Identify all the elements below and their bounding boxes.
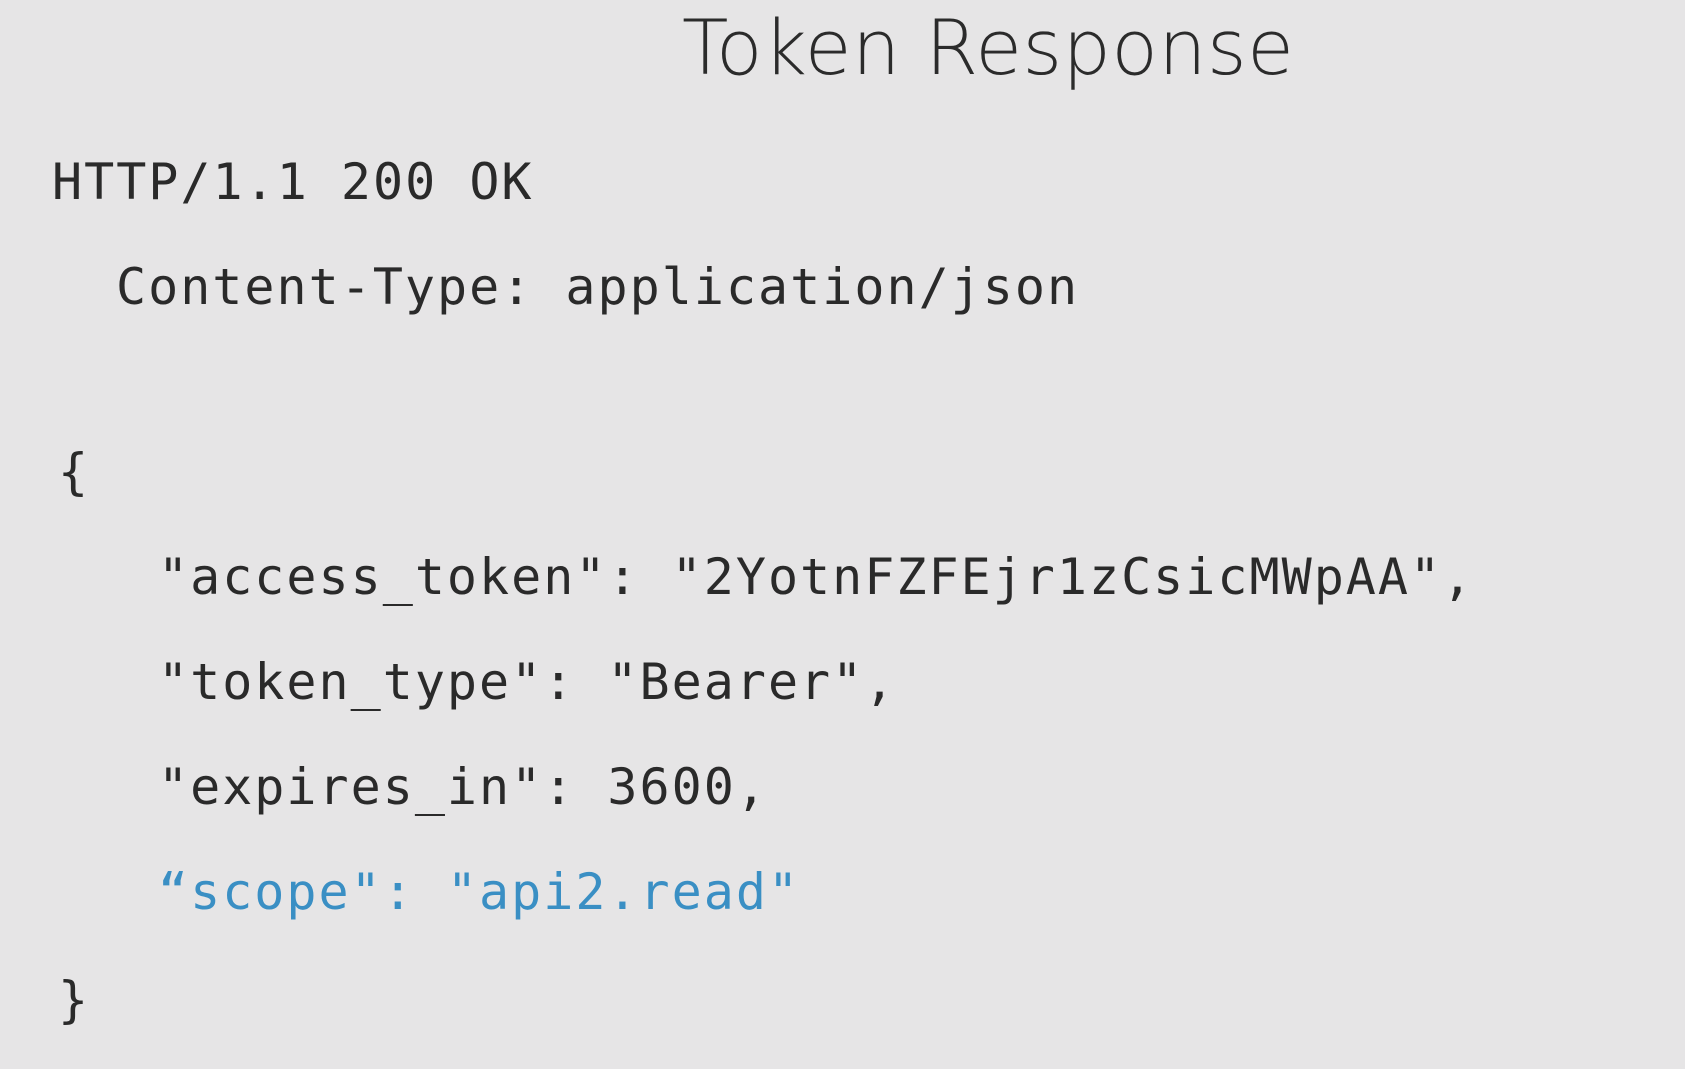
slide: Token Response HTTP/1.1 200 OK Content-T… [0, 0, 1685, 1069]
json-token-type-line: "token_type": "Bearer", [158, 653, 897, 711]
json-open-brace: { [58, 443, 91, 501]
http-status-line: HTTP/1.1 200 OK [52, 153, 534, 211]
slide-title: Token Response [682, 3, 1295, 92]
content-type-header-line: Content-Type: application/json [116, 258, 1080, 316]
json-expires-in-line: "expires_in": 3600, [158, 758, 768, 816]
json-access-token-line: "access_token": "2YotnFZFEjr1zCsicMWpAA"… [158, 548, 1475, 606]
json-scope-line: “scope": "api2.read" [158, 863, 801, 921]
json-close-brace: } [58, 971, 91, 1029]
